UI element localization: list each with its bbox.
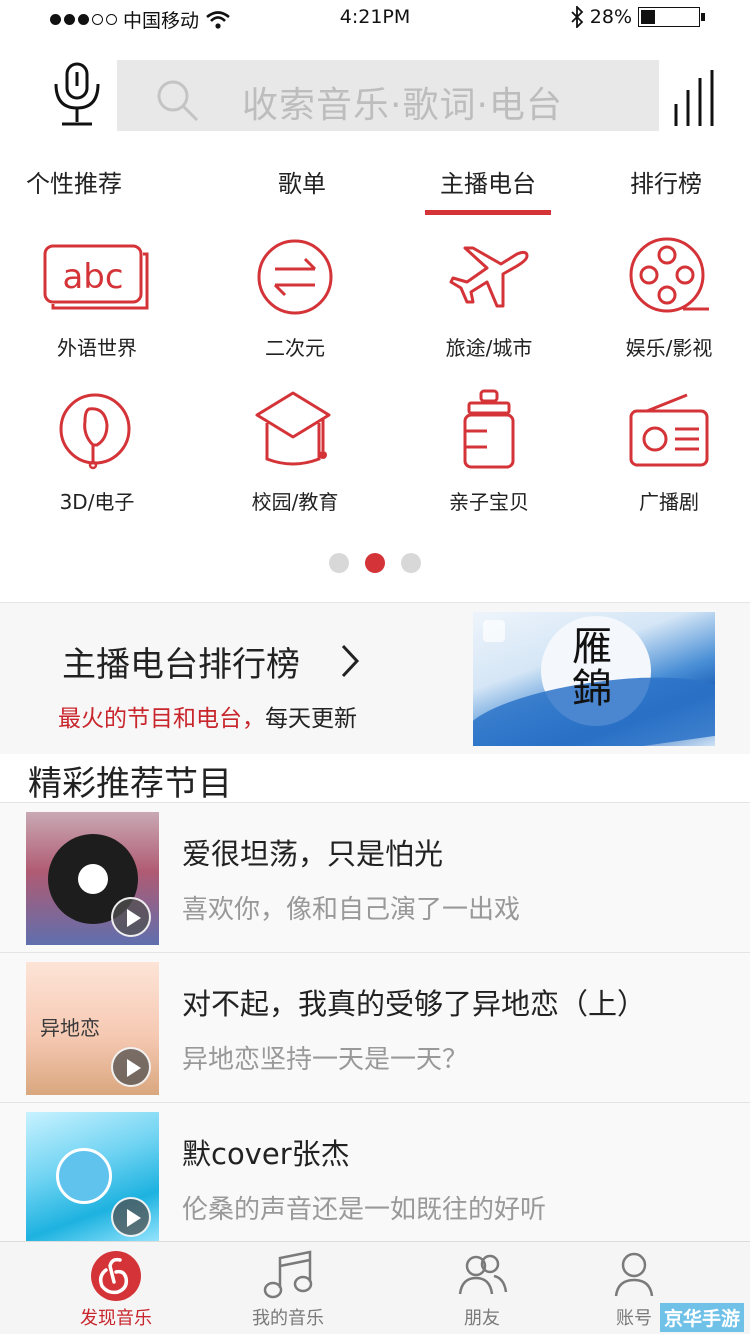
search-icon <box>157 80 199 122</box>
program-cover[interactable] <box>26 1112 159 1245</box>
page-indicator <box>0 553 750 573</box>
radio-ranking-banner[interactable]: 主播电台排行榜 最火的节目和电台，每天更新 雁錦 <box>0 602 750 754</box>
category-label: 外语世界 <box>57 336 137 360</box>
electronic-icon <box>59 393 131 470</box>
bottom-nav: 发现音乐 我的音乐 朋友 账号 <box>0 1241 750 1334</box>
airplane-icon <box>449 246 529 308</box>
search-input[interactable]: 收索音乐·歌词·电台 <box>117 60 659 131</box>
bluetooth-icon <box>571 6 584 28</box>
nav-label: 朋友 <box>464 1308 500 1329</box>
ranking-subtitle-text: 每天更新 <box>265 706 357 732</box>
equalizer-icon[interactable] <box>672 70 720 126</box>
abc-icon: abc <box>43 244 149 310</box>
program-subtitle: 异地恋坚持一天是一天？ <box>182 1045 469 1075</box>
friends-icon <box>458 1254 508 1295</box>
tab-playlists[interactable]: 歌单 <box>278 164 326 199</box>
nav-discover-music[interactable]: 发现音乐 <box>36 1242 196 1334</box>
program-title: 对不起，我真的受够了异地恋（上） <box>182 987 647 1021</box>
radio-icon <box>629 393 709 467</box>
program-title: 默cover张杰 <box>182 1137 350 1171</box>
page-dot[interactable] <box>401 553 421 573</box>
nav-label: 我的音乐 <box>252 1308 324 1329</box>
program-subtitle: 伦桑的声音还是一如既往的好听 <box>182 1195 547 1225</box>
tab-label: 排行榜 <box>630 170 702 198</box>
tab-recommend[interactable]: 个性推荐 <box>26 164 122 199</box>
section-title: 精彩推荐节目 <box>28 764 232 804</box>
chevron-right-icon <box>341 644 360 678</box>
battery-percent: 28% <box>589 6 632 28</box>
bookmark-icon <box>483 620 505 642</box>
category-3d-electronic[interactable]: 3D/电子 <box>22 386 172 515</box>
page-dot-active[interactable] <box>365 553 385 573</box>
netease-music-icon <box>91 1251 141 1301</box>
category-label: 亲子宝贝 <box>449 490 529 514</box>
category-foreign-language[interactable]: abc 外语世界 <box>22 232 172 361</box>
tab-radio[interactable]: 主播电台 <box>425 164 551 215</box>
program-subtitle: 喜欢你，像和自己演了一出戏 <box>182 895 521 925</box>
status-bar: 中国移动 4:21PM 28% <box>0 0 750 38</box>
music-note-icon <box>263 1250 313 1299</box>
play-icon[interactable] <box>111 1197 151 1237</box>
category-label: 二次元 <box>265 336 325 360</box>
program-item[interactable]: 默cover张杰 伦桑的声音还是一如既往的好听 <box>0 1102 750 1252</box>
cover-calligraphy: 雁錦 <box>572 624 612 712</box>
tab-active-indicator <box>425 210 551 215</box>
graduation-cap-icon <box>255 391 331 466</box>
category-label: 娱乐/影视 <box>625 336 713 360</box>
battery-icon <box>638 7 705 27</box>
nav-my-music[interactable]: 我的音乐 <box>208 1242 368 1334</box>
program-item[interactable]: 爱很坦荡，只是怕光 喜欢你，像和自己演了一出戏 <box>0 802 750 952</box>
page-dot[interactable] <box>329 553 349 573</box>
mic-icon[interactable] <box>50 62 104 128</box>
category-label: 校园/教育 <box>251 490 339 514</box>
svg-text:abc: abc <box>62 257 123 297</box>
status-right: 28% <box>570 6 705 28</box>
ranking-subtitle-highlight: 最火的节目和电台， <box>58 706 265 732</box>
category-parenting[interactable]: 亲子宝贝 <box>414 386 564 515</box>
header: 收索音乐·歌词·电台 <box>0 60 750 132</box>
program-cover[interactable] <box>26 812 159 945</box>
cover-text: 异地恋 <box>40 1016 100 1040</box>
play-icon[interactable] <box>111 897 151 937</box>
category-travel-city[interactable]: 旅途/城市 <box>414 232 564 361</box>
film-reel-icon <box>629 237 709 313</box>
tab-label: 歌单 <box>278 170 326 198</box>
program-title: 爱很坦荡，只是怕光 <box>182 837 444 871</box>
baby-bottle-icon <box>463 389 515 469</box>
program-item[interactable]: 异地恋 对不起，我真的受够了异地恋（上） 异地恋坚持一天是一天？ <box>0 952 750 1102</box>
tab-label: 主播电台 <box>440 170 536 198</box>
ranking-title: 主播电台排行榜 <box>62 645 300 685</box>
swap-arrows-icon <box>257 239 333 315</box>
nav-label: 发现音乐 <box>80 1308 152 1329</box>
category-label: 3D/电子 <box>59 490 135 514</box>
category-radio-drama[interactable]: 广播剧 <box>594 386 744 515</box>
program-cover[interactable]: 异地恋 <box>26 962 159 1095</box>
nav-friends[interactable]: 朋友 <box>402 1242 562 1334</box>
tab-bar: 个性推荐 歌单 主播电台 排行榜 <box>0 160 750 216</box>
category-entertainment[interactable]: 娱乐/影视 <box>594 232 744 361</box>
search-placeholder: 收索音乐·歌词·电台 <box>242 85 563 126</box>
category-anime[interactable]: 二次元 <box>220 232 370 361</box>
category-label: 旅途/城市 <box>445 336 533 360</box>
tab-label: 个性推荐 <box>26 170 122 198</box>
category-campus-education[interactable]: 校园/教育 <box>220 386 370 515</box>
category-label: 广播剧 <box>639 490 699 514</box>
ranking-subtitle: 最火的节目和电台，每天更新 <box>58 699 357 733</box>
play-icon[interactable] <box>111 1047 151 1087</box>
account-icon <box>614 1252 654 1297</box>
program-list: 爱很坦荡，只是怕光 喜欢你，像和自己演了一出戏 异地恋 对不起，我真的受够了异地… <box>0 802 750 1252</box>
watermark: 京华手游 <box>659 1303 744 1332</box>
ranking-cover-image[interactable]: 雁錦 <box>473 612 715 746</box>
tab-charts[interactable]: 排行榜 <box>630 164 702 199</box>
